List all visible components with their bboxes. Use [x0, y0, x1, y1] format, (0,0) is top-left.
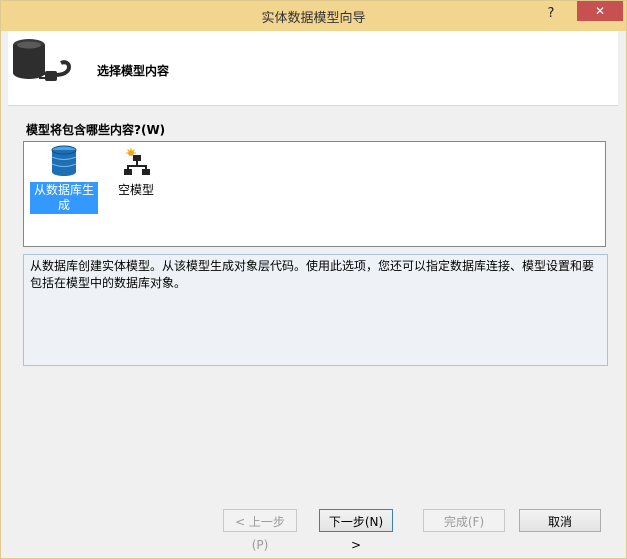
- model-content-list[interactable]: 从数据库生成 空模型: [23, 141, 606, 247]
- header-divider: [8, 105, 618, 106]
- title-bar[interactable]: 实体数据模型向导 ? ✕: [1, 1, 626, 31]
- help-button[interactable]: ?: [538, 3, 564, 25]
- wizard-window: 实体数据模型向导 ? ✕ 选择模型内容 模型将包含哪些内容?(W) 从数据库生成…: [0, 0, 627, 559]
- database-icon: [50, 145, 78, 180]
- description-box: 从数据库创建实体模型。从该模型生成对象层代码。使用此选项，您还可以指定数据库连接…: [23, 254, 608, 366]
- list-item-label: 空模型: [117, 183, 154, 197]
- empty-model-icon: [122, 147, 150, 180]
- database-plug-icon: [11, 37, 75, 96]
- window-title: 实体数据模型向导: [261, 11, 366, 26]
- list-item-generate-from-database[interactable]: 从数据库生成: [30, 145, 98, 214]
- back-button[interactable]: < 上一步(P): [223, 509, 297, 552]
- finish-button[interactable]: 完成(F): [423, 509, 505, 532]
- list-item-empty-model[interactable]: 空模型: [102, 146, 170, 199]
- page-title: 选择模型内容: [97, 64, 170, 78]
- wizard-header: 选择模型内容: [8, 31, 618, 105]
- close-button[interactable]: ✕: [577, 1, 623, 21]
- cancel-button[interactable]: 取消: [519, 509, 601, 532]
- next-button[interactable]: 下一步(N) >: [319, 509, 393, 552]
- content-question-label: 模型将包含哪些内容?(W): [26, 123, 166, 137]
- list-item-label: 从数据库生成: [30, 182, 98, 214]
